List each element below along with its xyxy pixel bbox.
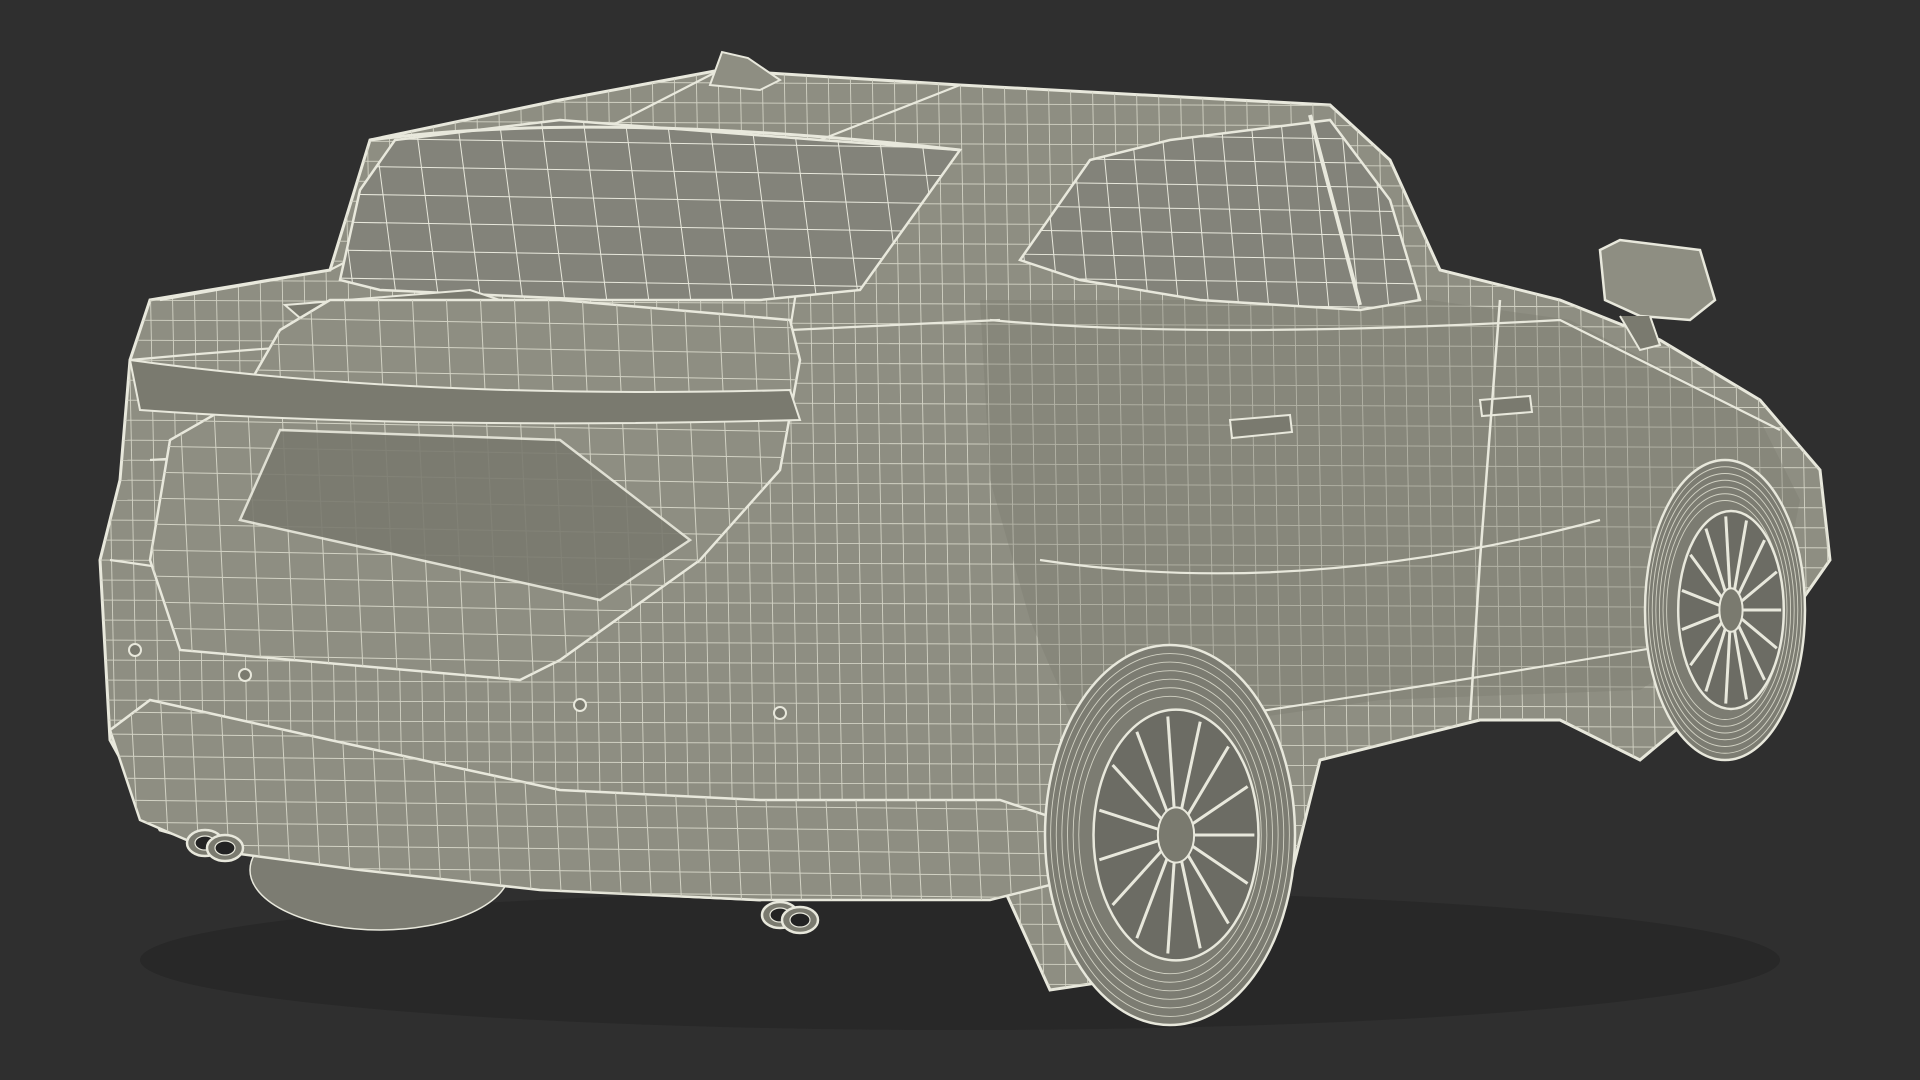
parking-sensor (773, 706, 787, 720)
rear-wheel-right (1043, 643, 1297, 1027)
rear-wheel-hub (1156, 806, 1196, 864)
exhaust-tip-inner (214, 840, 236, 856)
front-wheel-right (1643, 458, 1807, 762)
rear-window-pane (338, 118, 963, 302)
parking-sensor (128, 643, 142, 657)
roof-antenna (708, 50, 782, 92)
front-wheel-hub (1718, 587, 1744, 633)
render-viewport (0, 0, 1920, 1080)
parking-sensor (238, 668, 252, 682)
parking-sensor (573, 698, 587, 712)
exhaust-tip-inner (789, 912, 811, 928)
front-door-handle (1478, 394, 1534, 418)
wireframe-car-render (98, 50, 1832, 1030)
mirror-housing (1598, 238, 1717, 322)
